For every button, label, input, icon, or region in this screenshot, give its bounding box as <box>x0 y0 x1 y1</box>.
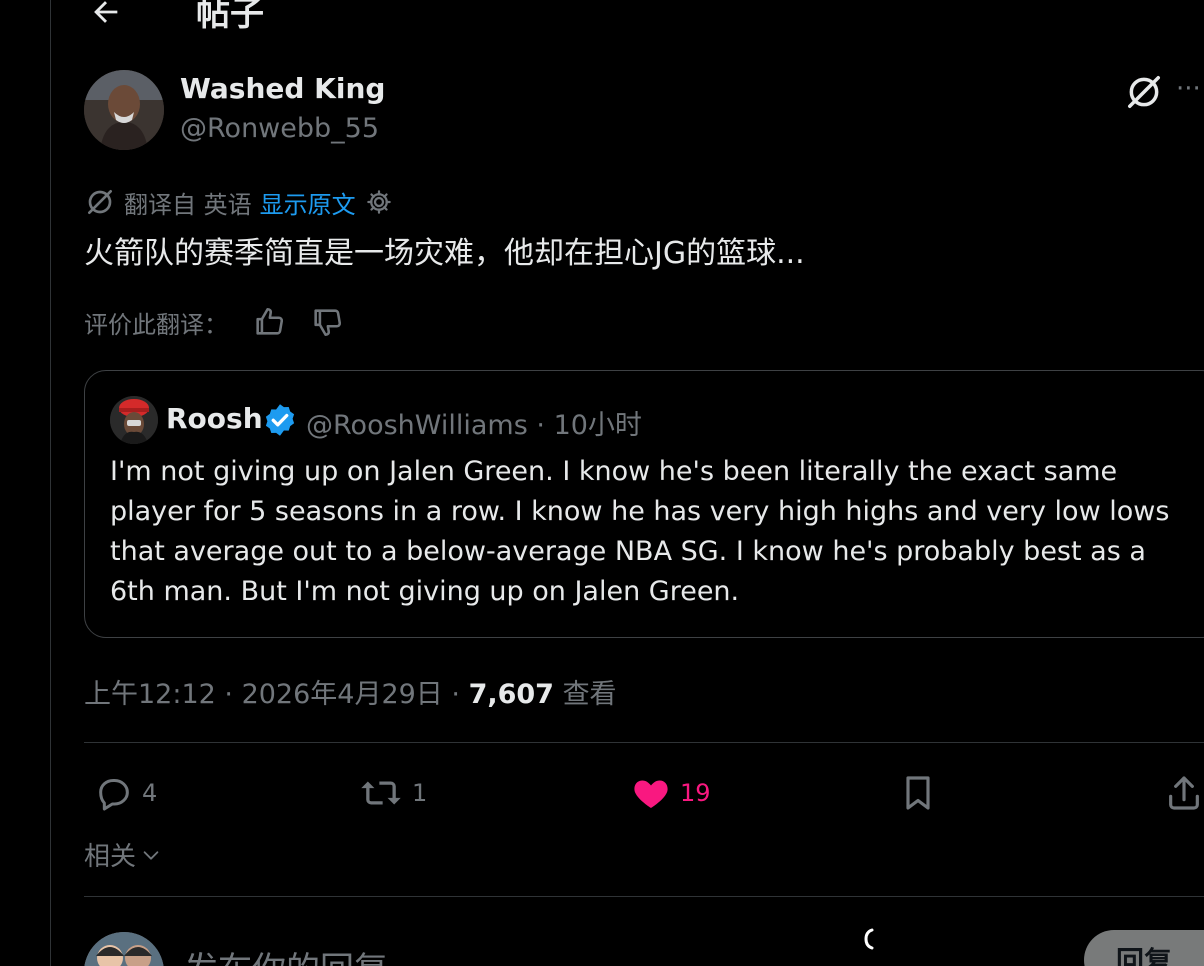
verified-badge-icon <box>265 404 295 436</box>
thumbs-down-icon[interactable] <box>310 305 344 339</box>
repost-icon <box>361 781 401 805</box>
author-handle[interactable]: @Ronwebb_55 <box>180 113 379 144</box>
page-title: 帖子 <box>196 0 264 34</box>
post-time[interactable]: 上午12:12 <box>84 679 216 710</box>
repost-action[interactable]: 1 <box>358 770 427 816</box>
chevron-down-icon <box>143 850 159 860</box>
avatar-image <box>84 932 164 966</box>
avatar-image <box>110 396 158 444</box>
meta-separator: · <box>215 679 242 710</box>
repost-count: 1 <box>412 779 428 807</box>
meta-separator: · <box>442 679 469 710</box>
mouse-cursor-icon <box>864 928 874 950</box>
grok-button[interactable] <box>1122 70 1166 114</box>
author-avatar[interactable] <box>84 70 164 150</box>
avatar-image <box>84 70 164 150</box>
post-text: 火箭队的赛季简直是一场灾难，他却在担心JG的篮球... <box>84 236 805 271</box>
like-action[interactable]: 19 <box>630 770 711 816</box>
reply-count: 4 <box>142 779 158 807</box>
rate-translation: 评价此翻译： <box>84 302 344 342</box>
like-count: 19 <box>680 779 711 807</box>
quoted-author-avatar[interactable] <box>110 396 158 444</box>
bookmark-action[interactable] <box>898 770 938 816</box>
view-count: 7,607 <box>468 679 554 710</box>
divider <box>84 896 1204 897</box>
heart-icon <box>634 780 668 808</box>
post-meta: 上午12:12 · 2026年4月29日 · 7,607 查看 <box>84 672 617 711</box>
grok-icon <box>88 190 112 214</box>
translation-info: 翻译自 英语 显示原文 <box>84 184 394 220</box>
bookmark-icon <box>906 776 930 810</box>
reply-icon <box>99 779 129 811</box>
views-label: 查看 <box>562 679 617 710</box>
quoted-post-text: I'm not giving up on Jalen Green. I know… <box>110 456 1170 607</box>
back-button[interactable] <box>86 0 126 32</box>
quoted-author-handle: @RooshWilliams <box>306 410 528 441</box>
reply-action[interactable]: 4 <box>94 770 157 816</box>
related-toggle[interactable]: 相关 <box>84 836 162 873</box>
translation-source-label: 翻译自 英语 <box>124 190 252 219</box>
post-date[interactable]: 2026年4月29日 <box>242 679 443 710</box>
column-divider <box>50 0 51 966</box>
divider <box>84 742 1204 743</box>
quoted-time[interactable]: 10小时 <box>554 410 642 441</box>
gear-icon[interactable] <box>364 187 394 217</box>
share-icon <box>1169 776 1199 810</box>
show-original-link[interactable]: 显示原文 <box>260 185 356 220</box>
related-label: 相关 <box>84 842 137 872</box>
quoted-meta: @RooshWilliams · 10小时 <box>306 403 642 442</box>
meta-separator: · <box>536 410 554 441</box>
rate-translation-label: 评价此翻译： <box>84 310 228 339</box>
share-action[interactable] <box>1164 770 1204 816</box>
arrow-left-icon <box>94 1 118 23</box>
thumbs-up-icon[interactable] <box>252 305 286 339</box>
quoted-author-name[interactable]: Roosh <box>166 402 263 435</box>
author-display-name[interactable]: Washed King <box>180 72 385 105</box>
reply-submit-button[interactable]: 回复 <box>1084 930 1204 966</box>
current-user-avatar[interactable] <box>84 932 164 966</box>
more-dots-icon: ··· <box>1176 74 1201 104</box>
reply-input[interactable]: 发布你的回复 <box>184 942 388 966</box>
more-options-button[interactable]: ··· <box>1176 74 1204 110</box>
grok-icon <box>1128 76 1160 108</box>
